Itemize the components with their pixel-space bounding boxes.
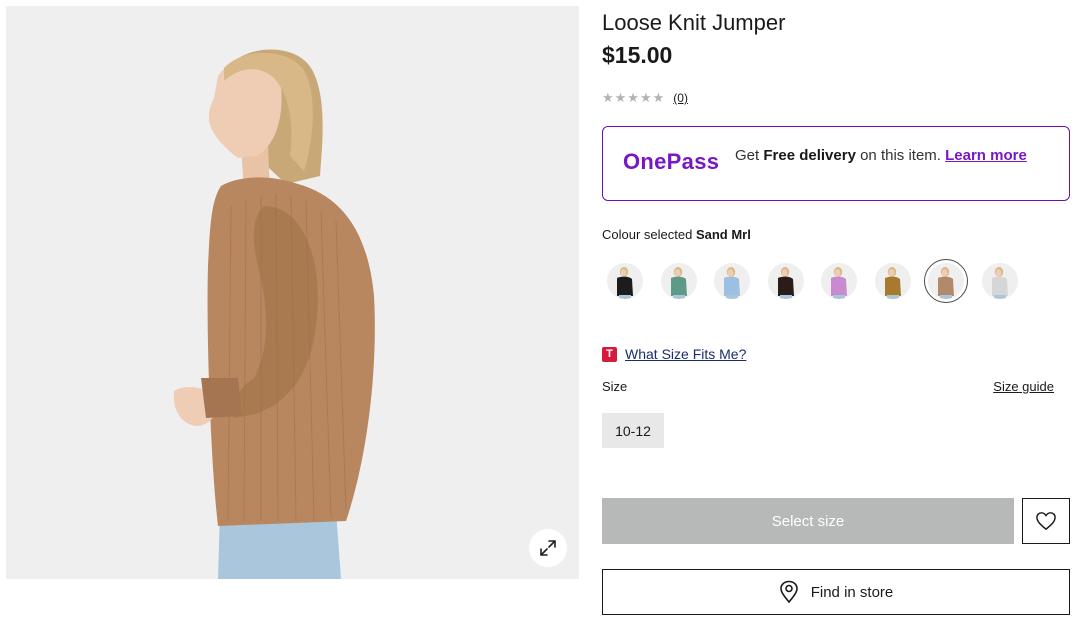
colour-selected-value: Sand Mrl <box>695 227 751 242</box>
swatch-thumbnail <box>714 263 750 299</box>
size-option[interactable]: 10-12 <box>602 413 664 448</box>
swatch-thumbnail <box>928 263 964 299</box>
onepass-logo: OnePass <box>623 149 720 174</box>
product-title: Loose Knit Jumper <box>602 10 786 35</box>
onepass-text-suffix: on this item. <box>855 147 946 164</box>
expand-icon <box>540 540 556 556</box>
size-guide-link[interactable]: Size guide <box>993 379 1054 394</box>
heart-icon <box>1036 512 1056 531</box>
product-photo <box>6 6 579 579</box>
colour-swatch-pink[interactable] <box>821 263 857 299</box>
colour-swatch-blue[interactable] <box>714 263 750 299</box>
colour-swatches <box>607 259 1067 303</box>
select-size-button[interactable]: Select size <box>602 498 1014 544</box>
onepass-learn-more-link[interactable]: Learn more <box>945 147 1027 164</box>
location-pin-icon <box>779 580 798 604</box>
colour-swatch-mustard[interactable] <box>874 263 911 299</box>
colour-label-text: Colour selected <box>602 227 693 242</box>
expand-image-button[interactable] <box>529 529 567 567</box>
what-size-fits-me-link[interactable]: What Size Fits Me? <box>625 346 746 362</box>
swatch-thumbnail <box>607 263 643 299</box>
product-price: $15.00 <box>602 42 673 68</box>
find-in-store-label: Find in store <box>810 583 894 601</box>
swatch-thumbnail <box>981 263 1018 299</box>
onepass-banner: OnePass Get Free delivery on this item. … <box>602 126 1070 201</box>
onepass-text-prefix: Get <box>735 147 764 164</box>
swatch-thumbnail <box>660 263 697 299</box>
size-label: Size <box>602 379 628 394</box>
swatch-thumbnail <box>874 263 911 299</box>
colour-swatch-sand[interactable] <box>924 259 968 303</box>
colour-swatch-grey[interactable] <box>981 263 1018 299</box>
t-badge-icon: T <box>602 346 617 362</box>
colour-swatch-dark-brown[interactable] <box>767 263 804 299</box>
onepass-text-bold: Free delivery <box>763 147 856 164</box>
rating: ★★★★★ (0) <box>602 90 688 106</box>
rating-stars: ★★★★★ <box>602 90 666 105</box>
colour-label: Colour selected Sand Mrl <box>602 227 751 242</box>
swatch-thumbnail <box>821 263 857 299</box>
wishlist-button[interactable] <box>1022 498 1070 544</box>
size-help: T What Size Fits Me? <box>602 346 746 362</box>
colour-swatch-black[interactable] <box>607 263 643 299</box>
product-image[interactable] <box>6 6 579 579</box>
colour-swatch-green[interactable] <box>660 263 697 299</box>
onepass-message: Get Free delivery on this item. Learn mo… <box>735 147 1045 164</box>
swatch-thumbnail <box>767 263 804 299</box>
review-count-link[interactable]: (0) <box>673 91 688 105</box>
find-in-store-button[interactable]: Find in store <box>602 569 1070 615</box>
